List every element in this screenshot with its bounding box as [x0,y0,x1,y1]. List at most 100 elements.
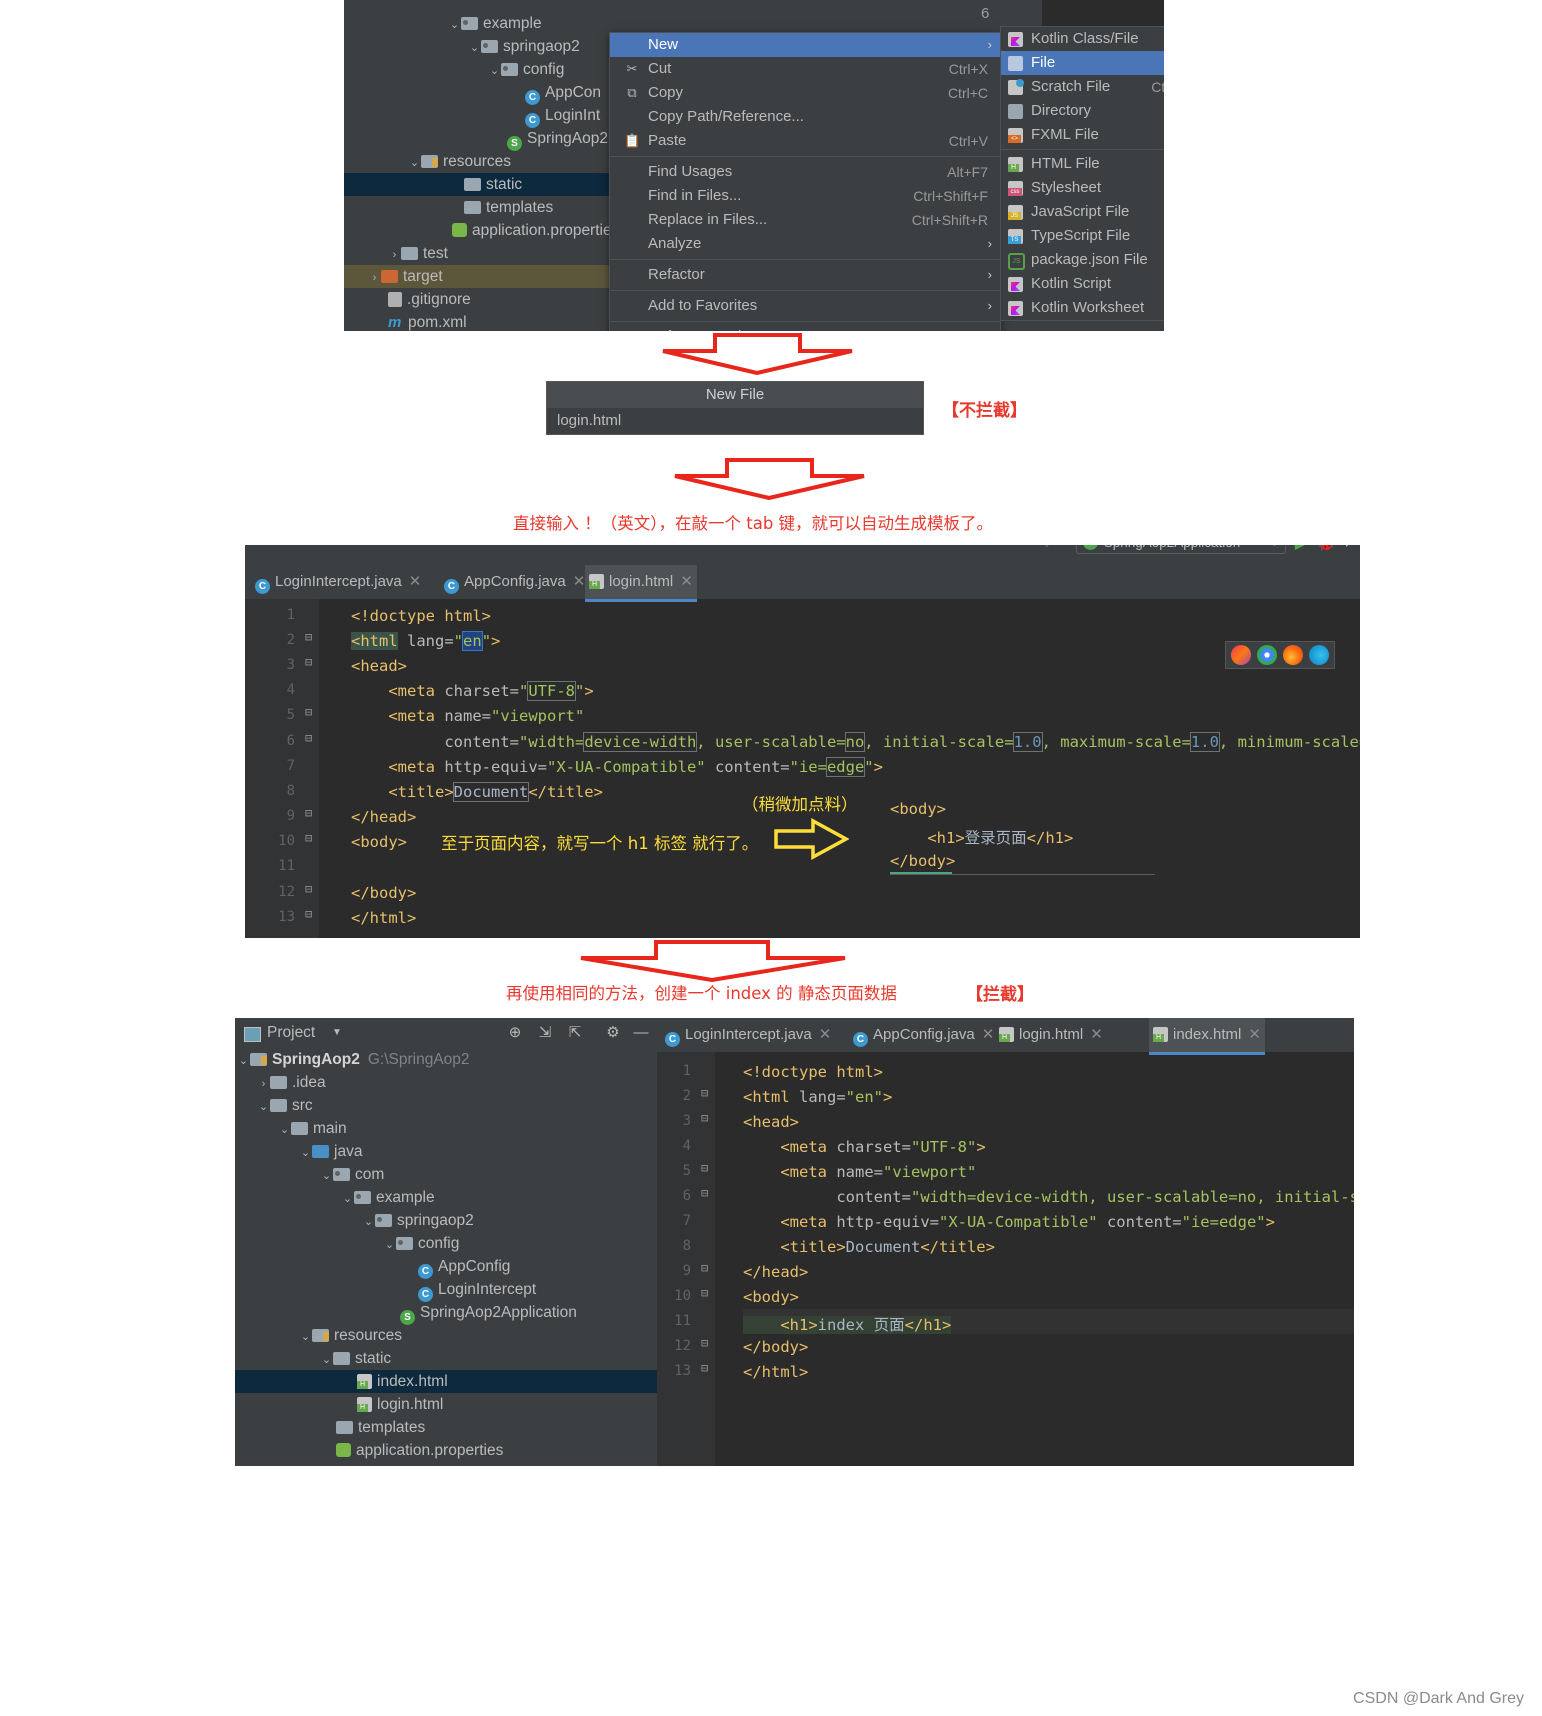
tab-index-html[interactable]: index.html ✕ [1149,1018,1265,1055]
chevron-down-icon[interactable]: ⌄ [488,60,501,83]
menu-item-copy[interactable]: ⧉ Copy Ctrl+C [610,81,1000,105]
code-content[interactable]: <!doctype html> <html lang="en"> <head> … [319,599,1360,938]
tree-item-config-2[interactable]: ⌄ config [235,1232,657,1255]
code-line[interactable]: <!doctype html> [743,1063,883,1081]
submenu-item-typescript-file[interactable]: TypeScript File [1001,224,1164,248]
tree-item-idea[interactable]: › .idea [235,1071,657,1094]
menu-item-reformat-code[interactable]: Reformat Code Ctrl+Alt+L [610,325,1000,331]
tab-appconfig-java[interactable]: C AppConfig.java ✕ [440,565,589,599]
submenu-item-file[interactable]: File [1001,51,1164,75]
tree-item-java[interactable]: ⌄ java [235,1140,657,1163]
code-line[interactable]: <html lang="en"> [743,1088,892,1106]
tree-item-partial[interactable]: › [235,1462,657,1466]
code-line[interactable]: <head> [351,657,407,675]
chrome-icon[interactable] [1257,645,1277,665]
chevron-right-icon[interactable]: › [257,1073,270,1096]
edge-icon[interactable] [1309,645,1329,665]
file-name-input[interactable]: login.html [547,408,923,434]
close-icon[interactable]: ✕ [680,573,693,590]
code-folding-gutter[interactable]: ⊟ ⊟ ⊟ ⊟ ⊟ ⊟ ⊟ ⊟ [303,599,319,938]
chevron-right-icon[interactable]: › [278,1464,291,1466]
tab-loginintercept-java-2[interactable]: C LoginIntercept.java ✕ [661,1018,835,1052]
code-line[interactable]: <title>Document</title> [351,782,603,802]
code-line[interactable]: </html> [351,909,416,927]
menu-item-copy-path-reference[interactable]: Copy Path/Reference... [610,105,1000,129]
menu-item-analyze[interactable]: Analyze › [610,232,1000,256]
menu-item-find-usages[interactable]: Find Usages Alt+F7 [610,160,1000,184]
context-menu[interactable]: New › ✂ Cut Ctrl+X ⧉ Copy Ctrl+C Copy Pa… [609,32,1001,331]
fold-marker[interactable]: ⊟ [305,882,312,896]
tree-item-springaop2-pkg[interactable]: ⌄ springaop2 [235,1209,657,1232]
firefox-icon[interactable] [1283,645,1303,665]
tree-item-example-2[interactable]: ⌄ example [235,1186,657,1209]
tab-login-html-2[interactable]: login.html ✕ [995,1018,1107,1052]
project-panel-header[interactable]: Project ▼ ⊕ ⇲ ⇱ ⚙ — [235,1018,657,1048]
chevron-down-icon[interactable]: ⌄ [237,1050,250,1073]
code-line[interactable]: <meta charset="UTF-8"> [743,1138,985,1156]
fold-marker[interactable]: ⊟ [305,831,312,845]
debug-icon[interactable]: 🐞 [1317,545,1336,552]
editor-tab-bar[interactable]: C LoginIntercept.java ✕ C AppConfig.java ✕ l… [245,565,1360,602]
tree-item-src[interactable]: ⌄ src [235,1094,657,1117]
submenu-item-kotlin-class-file[interactable]: Kotlin Class/File [1001,27,1164,51]
code-line[interactable]: <body> [351,833,407,851]
code-line[interactable]: <title>Document</title> [743,1238,995,1256]
submenu-item-kotlin-worksheet[interactable]: Kotlin Worksheet [1001,296,1164,320]
menu-item-cut[interactable]: ✂ Cut Ctrl+X [610,57,1000,81]
close-icon[interactable]: ✕ [1248,1026,1261,1043]
chevron-down-icon[interactable]: ⌄ [257,1096,270,1119]
fold-marker[interactable]: ⊟ [305,731,312,745]
settings-icon[interactable]: ⚙ [604,1024,622,1042]
project-panel[interactable]: Project ▼ ⊕ ⇲ ⇱ ⚙ — ⌄ SpringAop2 G:\Spring… [235,1018,657,1466]
menu-item-refactor[interactable]: Refactor › [610,263,1000,287]
menu-item-new[interactable]: New › [610,33,1000,57]
code-line[interactable]: <meta http-equiv="X-UA-Compatible" conte… [351,757,883,777]
submenu-item-scratch-file[interactable]: Scratch File Ctrl [1001,75,1164,99]
menu-item-paste[interactable]: 📋 Paste Ctrl+V [610,129,1000,153]
run-icon[interactable]: ▶ [1295,545,1308,553]
tree-item-springaop2application-2[interactable]: S SpringAop2Application [235,1301,657,1325]
code-line[interactable]: <h1>index 页面</h1> [743,1313,952,1335]
chevron-down-icon[interactable]: ▼ [1270,545,1279,548]
menu-item-find-in-files[interactable]: Find in Files... Ctrl+Shift+F [610,184,1000,208]
chevron-down-icon[interactable]: ⌄ [362,1211,375,1234]
submenu-item-javascript-file[interactable]: JavaScript File [1001,200,1164,224]
code-line[interactable]: <html lang="en"> [351,631,500,651]
tree-item-loginintercept-2[interactable]: C LoginIntercept [235,1278,657,1302]
code-line[interactable]: <meta charset="UTF-8"> [351,681,594,701]
close-icon[interactable]: ✕ [1090,1026,1103,1043]
chevron-right-icon[interactable]: › [388,244,401,267]
tree-item-com[interactable]: ⌄ com [235,1163,657,1186]
browser-preview-strip[interactable] [1225,641,1335,669]
close-icon[interactable]: ✕ [982,1026,995,1043]
submenu-item-html-file[interactable]: HTML File [1001,152,1164,176]
submenu-item-stylesheet[interactable]: Stylesheet [1001,176,1164,200]
code-folding-gutter-2[interactable]: ⊟ ⊟ ⊟ ⊟ ⊟ ⊟ ⊟ ⊟ [699,1052,715,1466]
fold-marker[interactable]: ⊟ [305,630,312,644]
submenu-item-directory[interactable]: Directory [1001,99,1164,123]
close-icon[interactable]: ✕ [409,573,422,590]
tree-item-index-html[interactable]: index.html [235,1370,657,1393]
run-toolbar[interactable]: S SpringAop2Application ▼ ▶ 🐞 ⏵ [1075,545,1352,554]
code-line[interactable]: <meta http-equiv="X-UA-Compatible" conte… [743,1213,1275,1231]
code-line[interactable]: <meta name="viewport" [351,707,584,725]
tree-item-appconfig-2[interactable]: C AppConfig [235,1255,657,1279]
editor-tab-bar-2[interactable]: C LoginIntercept.java ✕ C AppConfig.java ✕ l… [657,1018,1354,1055]
chevron-down-icon[interactable]: ⌄ [278,1119,291,1142]
code-line[interactable]: content="width=device-width, user-scalab… [743,1188,1354,1206]
new-file-dialog[interactable]: New File login.html [546,381,924,435]
new-submenu[interactable]: Kotlin Class/File File Scratch File Ctrl… [1000,26,1164,321]
code-line[interactable]: </html> [743,1363,808,1381]
chevron-down-icon[interactable]: ⌄ [448,14,461,37]
code-line[interactable]: <!doctype html> [351,607,491,625]
code-line[interactable]: </body> [743,1338,808,1356]
tree-item-main[interactable]: ⌄ main [235,1117,657,1140]
submenu-item-kotlin-script[interactable]: Kotlin Script [1001,272,1164,296]
chevron-down-icon[interactable]: ⌄ [299,1326,312,1349]
code-line[interactable]: <head> [743,1113,799,1131]
locate-icon[interactable]: ⊕ [506,1024,524,1042]
chevron-down-icon[interactable]: ⌄ [341,1188,354,1211]
chevron-down-icon[interactable]: ⌄ [320,1349,333,1372]
fold-marker[interactable]: ⊟ [701,1286,708,1300]
fold-marker[interactable]: ⊟ [305,907,312,921]
